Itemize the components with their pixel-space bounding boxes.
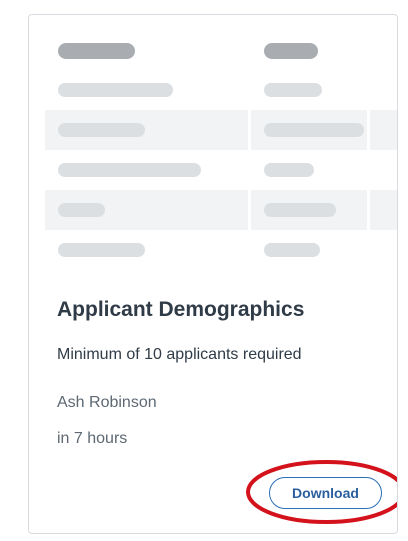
report-preview-placeholder xyxy=(30,16,397,268)
skeleton-cell-pill xyxy=(58,83,173,97)
skeleton-cell-pill xyxy=(264,203,336,217)
skeleton-cell-pill xyxy=(264,83,322,97)
report-requirement-text: Minimum of 10 applicants required xyxy=(57,346,302,363)
skeleton-cell-pill xyxy=(58,243,145,257)
report-owner: Ash Robinson xyxy=(57,394,157,411)
skeleton-cell-pill xyxy=(264,123,364,137)
report-card[interactable]: Applicant Demographics Minimum of 10 app… xyxy=(28,14,398,534)
skeleton-cell-pill xyxy=(264,163,314,177)
download-button[interactable]: Download xyxy=(269,477,382,509)
skeleton-header-pill xyxy=(58,43,135,59)
report-time: in 7 hours xyxy=(57,430,128,447)
skeleton-cell-pill xyxy=(264,243,320,257)
skeleton-cell-pill xyxy=(58,123,145,137)
skeleton-header-pill xyxy=(264,43,318,59)
report-title: Applicant Demographics xyxy=(57,298,305,321)
skeleton-cell-pill xyxy=(58,163,201,177)
skeleton-cell-pill xyxy=(58,203,105,217)
